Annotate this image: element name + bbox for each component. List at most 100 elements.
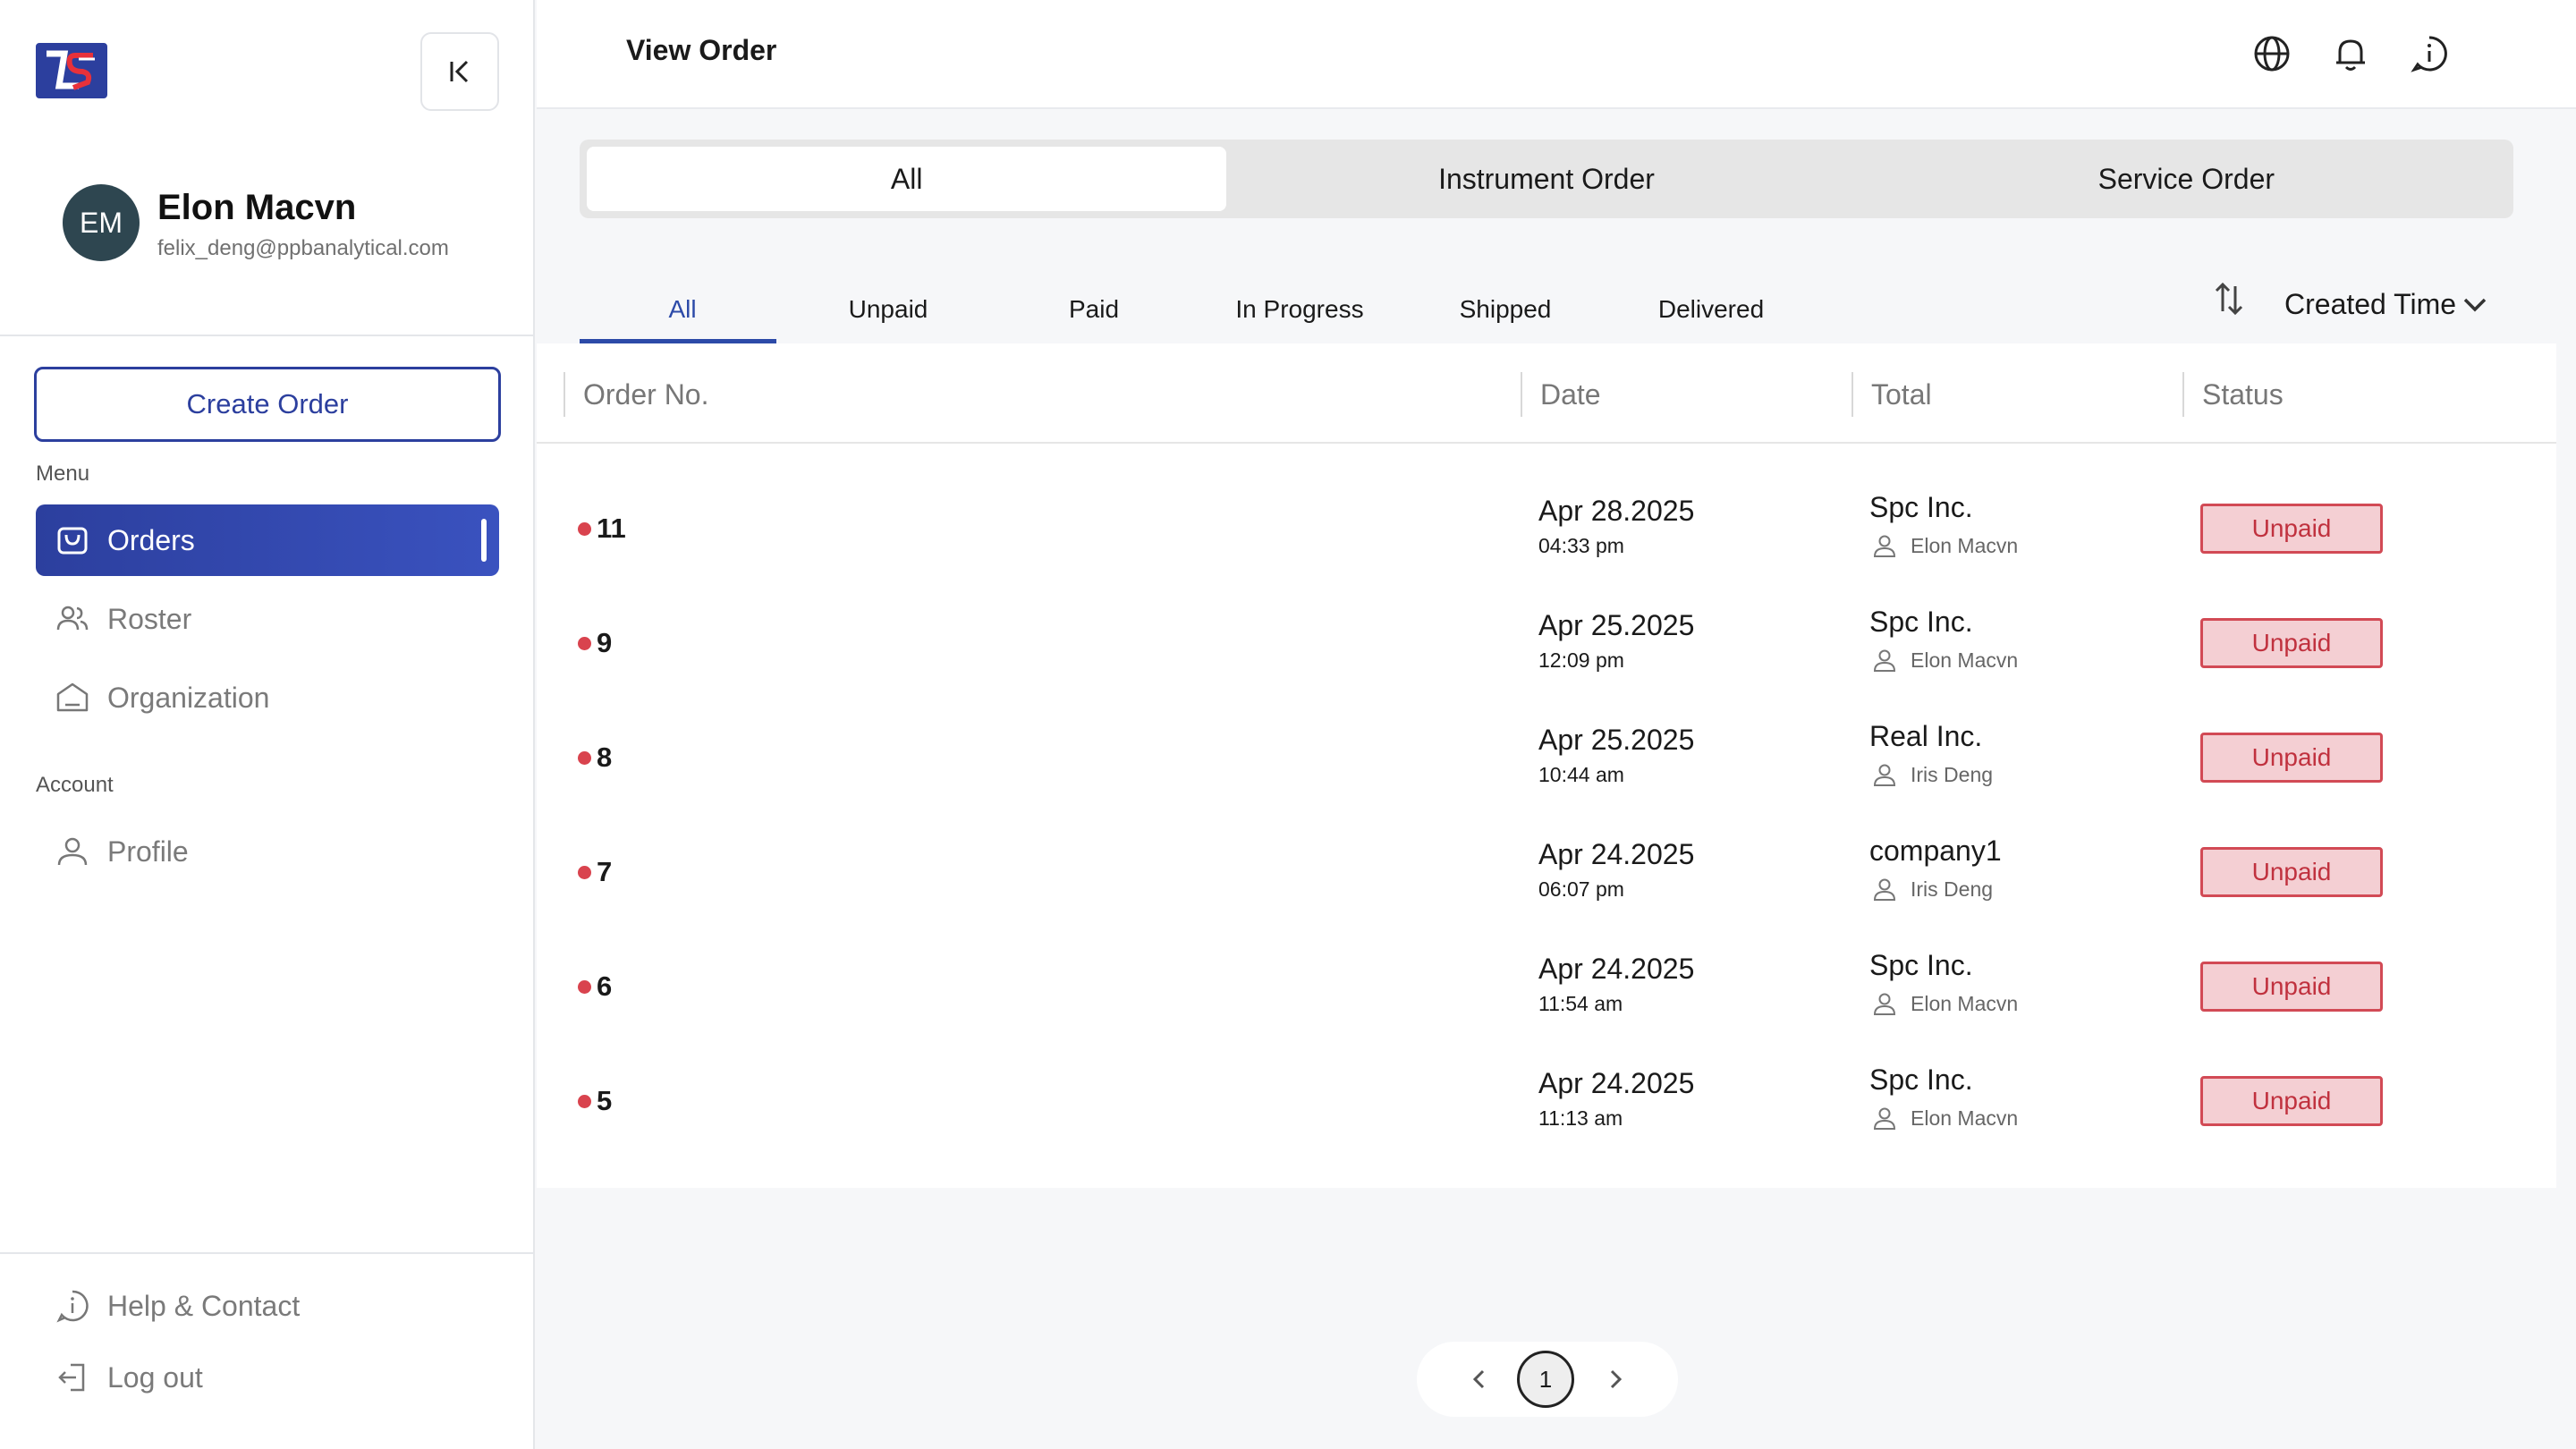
order-time: 10:44 am: [1538, 763, 1624, 786]
table-row[interactable]: 9 Apr 25.2025 12:09 pm Spc Inc. Elon Mac…: [537, 588, 2556, 702]
divider: [0, 1252, 535, 1254]
user-email: felix_deng@ppbanalytical.com: [157, 236, 449, 260]
collapse-sidebar-button[interactable]: [420, 32, 499, 111]
unread-dot: [578, 1094, 591, 1108]
globe-icon[interactable]: [2250, 32, 2293, 75]
avatar: EM: [63, 184, 140, 261]
order-person: Iris Deng: [1871, 876, 1993, 902]
top-header: View Order: [537, 0, 2576, 109]
table-row[interactable]: 5 Apr 24.2025 11:13 am Spc Inc. Elon Mac…: [537, 1046, 2556, 1160]
sidebar-item-label: Log out: [107, 1360, 203, 1394]
info-chat-icon[interactable]: [2408, 32, 2451, 75]
order-person: Elon Macvn: [1871, 532, 2018, 559]
building-icon: [54, 679, 91, 716]
order-date: Apr 24.2025: [1538, 1067, 1695, 1099]
sidebar-item-label: Help & Contact: [107, 1289, 301, 1322]
table-header: Order No. Date Total Status: [537, 343, 2556, 444]
chevron-right-icon[interactable]: [1599, 1363, 1631, 1395]
order-number: 6: [578, 970, 612, 1003]
order-number: 7: [578, 856, 612, 888]
order-number: 11: [578, 513, 626, 545]
order-date: Apr 28.2025: [1538, 495, 1695, 527]
tab-status-all[interactable]: All: [580, 284, 785, 343]
logo[interactable]: [36, 43, 107, 98]
order-time: 11:54 am: [1538, 992, 1623, 1015]
unread-dot: [578, 750, 591, 765]
divider: [0, 335, 535, 336]
status-badge: Unpaid: [2200, 1076, 2383, 1126]
sidebar-item-logout[interactable]: Log out: [36, 1342, 499, 1413]
collapse-icon: [450, 60, 469, 83]
company-name: Spc Inc.: [1869, 949, 1973, 981]
bell-icon[interactable]: [2329, 32, 2372, 75]
sidebar-item-label: Orders: [107, 523, 195, 556]
table-row[interactable]: 8 Apr 25.2025 10:44 am Real Inc. Iris De…: [537, 702, 2556, 817]
status-badge: Unpaid: [2200, 962, 2383, 1012]
status-badge: Unpaid: [2200, 847, 2383, 897]
page-title: View Order: [626, 34, 777, 66]
column-header-order-no: Order No.: [564, 372, 708, 417]
order-person: Elon Macvn: [1871, 1105, 2018, 1131]
order-time: 11:13 am: [1538, 1106, 1623, 1130]
logout-icon: [54, 1359, 91, 1396]
sidebar-item-help-contact[interactable]: Help & Contact: [36, 1270, 499, 1342]
order-time: 06:07 pm: [1538, 877, 1624, 901]
create-order-button[interactable]: Create Order: [34, 367, 501, 442]
order-date: Apr 24.2025: [1538, 953, 1695, 985]
sidebar-item-roster[interactable]: Roster: [36, 583, 499, 655]
sidebar-item-label: Roster: [107, 602, 192, 635]
order-date: Apr 24.2025: [1538, 838, 1695, 870]
column-header-date: Date: [1521, 372, 1601, 417]
user-icon: [1873, 993, 1896, 1015]
users-icon: [54, 600, 91, 638]
order-person: Elon Macvn: [1871, 990, 2018, 1017]
tab-all-orders[interactable]: All: [587, 147, 1227, 211]
user-icon: [1873, 1107, 1896, 1130]
order-number: 8: [578, 741, 612, 774]
sort-select[interactable]: Created Time: [2284, 288, 2456, 321]
tab-status-delivered[interactable]: Delivered: [1608, 284, 1814, 343]
order-number: 5: [578, 1085, 612, 1117]
unread-dot: [578, 521, 591, 536]
order-date: Apr 25.2025: [1538, 609, 1695, 641]
tab-status-paid[interactable]: Paid: [991, 284, 1197, 343]
sidebar-item-label: Profile: [107, 835, 189, 868]
sidebar-item-organization[interactable]: Organization: [36, 662, 499, 733]
order-type-tabs: All Instrument Order Service Order: [580, 140, 2513, 218]
tab-service-order[interactable]: Service Order: [1867, 147, 2506, 211]
active-indicator: [481, 519, 487, 562]
unread-dot: [578, 636, 591, 650]
tab-status-in-progress[interactable]: In Progress: [1197, 284, 1402, 343]
sidebar: EM Elon Macvn felix_deng@ppbanalytical.c…: [0, 0, 535, 1449]
sort-icon[interactable]: [2209, 279, 2249, 318]
table-row[interactable]: 11 Apr 28.2025 04:33 pm Spc Inc. Elon Ma…: [537, 473, 2556, 588]
company-name: Spc Inc.: [1869, 1063, 1973, 1096]
tab-status-unpaid[interactable]: Unpaid: [785, 284, 991, 343]
sidebar-item-orders[interactable]: Orders: [36, 504, 499, 576]
info-chat-icon: [54, 1287, 91, 1325]
column-header-status: Status: [2182, 372, 2284, 417]
status-tabs: All Unpaid Paid In Progress Shipped Deli…: [580, 284, 1814, 343]
company-name: Spc Inc.: [1869, 491, 1973, 523]
order-date: Apr 25.2025: [1538, 724, 1695, 756]
table-row[interactable]: 7 Apr 24.2025 06:07 pm company1 Iris Den…: [537, 817, 2556, 931]
user-icon: [1873, 764, 1896, 786]
shopping-bag-icon: [54, 521, 91, 559]
unread-dot: [578, 865, 591, 879]
company-name: Real Inc.: [1869, 720, 1983, 752]
table-row[interactable]: 6 Apr 24.2025 11:54 am Spc Inc. Elon Mac…: [537, 931, 2556, 1046]
order-person: Elon Macvn: [1871, 647, 2018, 674]
sidebar-item-label: Organization: [107, 681, 270, 714]
sidebar-item-profile[interactable]: Profile: [36, 816, 499, 887]
tab-instrument-order[interactable]: Instrument Order: [1226, 147, 1866, 211]
tab-status-shipped[interactable]: Shipped: [1402, 284, 1608, 343]
company-name: company1: [1869, 835, 2002, 867]
page-number-button[interactable]: 1: [1517, 1351, 1574, 1408]
user-icon: [1873, 649, 1896, 672]
menu-section-label: Menu: [36, 462, 90, 486]
chevron-left-icon[interactable]: [1463, 1363, 1496, 1395]
status-badge: Unpaid: [2200, 504, 2383, 554]
chevron-down-icon[interactable]: [2462, 292, 2488, 318]
unread-dot: [578, 979, 591, 994]
status-badge: Unpaid: [2200, 733, 2383, 783]
